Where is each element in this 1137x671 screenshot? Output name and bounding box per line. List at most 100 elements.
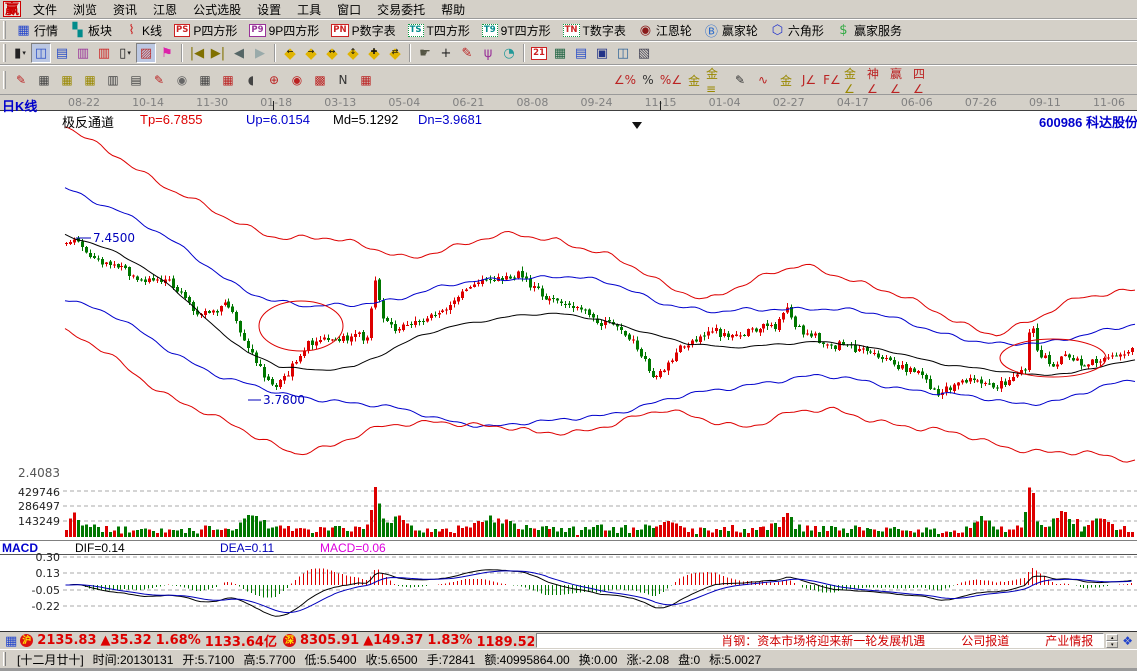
network-button[interactable]: ◫ <box>613 43 633 63</box>
magic-tool-button[interactable]: ψ <box>478 43 498 63</box>
vol-chart-button[interactable]: ▥ <box>73 43 93 63</box>
last-bar-button[interactable]: ▶| <box>208 43 228 63</box>
volume-panel[interactable]: 429746286497143249 <box>0 486 1137 541</box>
menu-item-2[interactable]: 浏览 <box>65 0 105 19</box>
gann-tool-6-button[interactable]: ✎ <box>729 70 751 90</box>
news-link-industry[interactable]: 产业情报 <box>1045 633 1093 648</box>
sh-index-quote[interactable]: 沪 2135.83 ▲35.32 1.68% 1133.64亿 <box>20 631 277 650</box>
menu-item-3[interactable]: 资讯 <box>105 0 145 19</box>
toolbar-9t-square-button[interactable]: T99T四方形 <box>477 20 556 40</box>
trend-chart-button[interactable]: ▥ <box>94 43 114 63</box>
calendar-button[interactable]: 21 <box>529 43 549 63</box>
report-button[interactable]: ▤ <box>571 43 591 63</box>
toolbar-winner-service-button[interactable]: $赢家服务 <box>831 20 907 40</box>
draw-tool-6-button[interactable]: ▤ <box>125 70 147 90</box>
zoom-v-button[interactable]: ◆↕ <box>343 43 363 63</box>
menu-item-6[interactable]: 设置 <box>249 0 289 19</box>
period-label[interactable]: 日K线 <box>2 96 37 115</box>
draw-tool-15-button[interactable]: Ν <box>332 70 354 90</box>
gann-tool-9-button[interactable]: J∠ <box>798 70 820 90</box>
toolbar-grip[interactable] <box>3 21 6 39</box>
candle-type-button[interactable]: ▯▾ <box>115 43 135 63</box>
quote-table-icon[interactable]: ▦ <box>5 633 17 649</box>
save-button[interactable]: ▣ <box>592 43 612 63</box>
draw-tool-3-button[interactable]: ▦ <box>56 70 78 90</box>
gann-tool-12-button[interactable]: 神∠ <box>867 70 889 90</box>
toolbar-p-square-button[interactable]: PSP四方形 <box>169 20 242 40</box>
toolbar-p-number-button[interactable]: PNP数字表 <box>326 20 400 40</box>
kline-style-button[interactable]: ▮▾ <box>10 43 30 63</box>
gann-tool-10-button[interactable]: F∠ <box>821 70 843 90</box>
draw-tool-7-button[interactable]: ✎ <box>148 70 170 90</box>
menu-item-1[interactable]: 文件 <box>25 0 65 19</box>
toolbar-grip[interactable] <box>3 44 6 62</box>
first-bar-button[interactable]: |◀ <box>187 43 207 63</box>
draw-tool-10-button[interactable]: ▦ <box>217 70 239 90</box>
gann-tool-2-button[interactable]: % <box>637 70 659 90</box>
spinner-up-icon[interactable]: ▴ <box>1106 634 1118 641</box>
gann-tool-13-button[interactable]: 赢∠ <box>890 70 912 90</box>
zoom-h-button[interactable]: ◆↔ <box>322 43 342 63</box>
pan-right-button[interactable]: ◆→ <box>301 43 321 63</box>
flag-marker-button[interactable]: ⚑ <box>157 43 177 63</box>
gann-tool-8-button[interactable]: 金 <box>775 70 797 90</box>
toolbar-9p-square-button[interactable]: P99P四方形 <box>244 20 324 40</box>
toolbar-grip[interactable] <box>3 71 6 89</box>
draw-tool-11-button[interactable]: ◖ <box>240 70 262 90</box>
toolbar-t-number-button[interactable]: TNT数字表 <box>558 20 631 40</box>
news-headline[interactable]: 肖钢：资本市场将迎来新一轮发展机遇 <box>721 633 925 648</box>
toolbar-sectors-button[interactable]: ▚板块 <box>65 20 117 40</box>
draw-tool-2-button[interactable]: ▦ <box>33 70 55 90</box>
draw-tool-4-button[interactable]: ▦ <box>79 70 101 90</box>
macd-panel[interactable]: MACD DIF=0.14 DEA=0.11 MACD=0.06 0.300.1… <box>0 541 1137 631</box>
zoom-mode-button[interactable]: ◫ <box>31 43 51 63</box>
toolbar-t-square-button[interactable]: TST四方形 <box>403 20 475 40</box>
toolbar-quotes-button[interactable]: ▦行情 <box>11 20 63 40</box>
gann-tool-3-button[interactable]: %∠ <box>660 70 682 90</box>
workstation-button[interactable]: ▧ <box>634 43 654 63</box>
app-logo-icon[interactable]: 赢 <box>3 1 21 17</box>
toolbar-hexagon-button[interactable]: ⬡六角形 <box>765 20 829 40</box>
gann-tool-5-button[interactable]: 金≡ <box>706 70 728 90</box>
expand-all-button[interactable]: ◆✚ <box>364 43 384 63</box>
menu-item-10[interactable]: 帮助 <box>433 0 473 19</box>
sphere-tool-button[interactable]: ◔ <box>499 43 519 63</box>
draw-tool-5-button[interactable]: ▥ <box>102 70 124 90</box>
menu-item-7[interactable]: 工具 <box>289 0 329 19</box>
draw-tool-1-button[interactable]: ✎ <box>10 70 32 90</box>
toolbar-kline-button[interactable]: ⌇K线 <box>119 20 167 40</box>
news-spinner[interactable]: ▴ ▾ <box>1106 634 1118 648</box>
gann-grid-button[interactable]: ▨ <box>136 43 156 63</box>
draw-tool-13-button[interactable]: ◉ <box>286 70 308 90</box>
gann-tool-14-button[interactable]: 四∠ <box>913 70 935 90</box>
draw-tool-16-button[interactable]: ▦ <box>355 70 377 90</box>
draw-tool-9-button[interactable]: ▦ <box>194 70 216 90</box>
toolbar-winner-wheel-button[interactable]: Ⓑ赢家轮 <box>699 20 763 40</box>
f10-info-button[interactable]: ▤ <box>52 43 72 63</box>
draw-tool-8-button[interactable]: ◉ <box>171 70 193 90</box>
app-corner-icon[interactable]: ❖ <box>1122 634 1133 648</box>
gann-tool-4-button[interactable]: 金 <box>683 70 705 90</box>
menu-item-5[interactable]: 公式选股 <box>185 0 249 19</box>
menu-item-9[interactable]: 交易委托 <box>369 0 433 19</box>
news-link-company[interactable]: 公司报道 <box>961 633 1009 648</box>
mark-pen-button[interactable]: ✎ <box>457 43 477 63</box>
indicator-name[interactable]: 极反通道 <box>62 112 114 131</box>
menu-item-4[interactable]: 江恩 <box>145 0 185 19</box>
toolbar-gann-wheel-button[interactable]: ◉江恩轮 <box>633 20 697 40</box>
pan-left-button[interactable]: ◆← <box>280 43 300 63</box>
next-bar-button[interactable]: ▶ <box>250 43 270 63</box>
menu-item-8[interactable]: 窗口 <box>329 0 369 19</box>
stock-code-name[interactable]: 600986 科达股份 <box>1039 112 1137 131</box>
spinner-down-icon[interactable]: ▾ <box>1106 641 1118 648</box>
swap-view-button[interactable]: ◆⇄ <box>385 43 405 63</box>
draw-tool-12-button[interactable]: ⊕ <box>263 70 285 90</box>
main-chart-panel[interactable]: 极反通道 Tp=6.7855 Up=6.0154 Md=5.1292 Dn=3.… <box>0 111 1137 486</box>
draw-tool-14-button[interactable]: ▩ <box>309 70 331 90</box>
crosshair-button[interactable]: + <box>436 43 456 63</box>
prev-bar-button[interactable]: ◀ <box>229 43 249 63</box>
gann-tool-1-button[interactable]: ∠% <box>614 70 636 90</box>
calculator-button[interactable]: ▦ <box>550 43 570 63</box>
sz-index-quote[interactable]: 深 8305.91 ▲149.37 1.83% 1189.52亿 <box>283 631 535 650</box>
hand-tool-button[interactable]: ☛ <box>415 43 435 63</box>
